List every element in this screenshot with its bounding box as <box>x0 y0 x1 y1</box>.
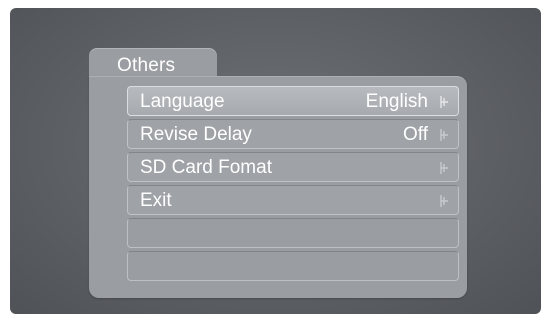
menu-item-revise-delay[interactable]: Revise Delay Off <box>127 119 459 149</box>
menu-item-label: Exit <box>140 190 172 211</box>
menu-item-exit[interactable]: Exit <box>127 185 459 215</box>
menu-title: Others <box>117 55 176 76</box>
menu-item-language[interactable]: Language English <box>127 86 459 116</box>
menu-item-empty <box>127 251 459 281</box>
menu-list: Language English Revise Delay Off SD Car… <box>127 86 459 284</box>
chevron-right-icon <box>439 194 449 208</box>
menu-item-sd-card-format[interactable]: SD Card Fomat <box>127 152 459 182</box>
chevron-right-icon <box>439 128 449 142</box>
menu-item-empty <box>127 218 459 248</box>
others-menu-panel: Language English Revise Delay Off SD Car… <box>89 76 467 298</box>
menu-item-label: SD Card Fomat <box>140 157 272 178</box>
device-screen-frame: Others Language English Revise Delay Off <box>0 0 542 316</box>
menu-item-label: Revise Delay <box>140 124 252 145</box>
menu-item-label: Language <box>140 91 225 112</box>
menu-item-value: English <box>365 91 428 112</box>
menu-item-value: Off <box>403 124 428 145</box>
device-screen: Others Language English Revise Delay Off <box>10 8 541 314</box>
chevron-right-icon <box>439 161 449 175</box>
chevron-right-icon <box>439 95 449 109</box>
